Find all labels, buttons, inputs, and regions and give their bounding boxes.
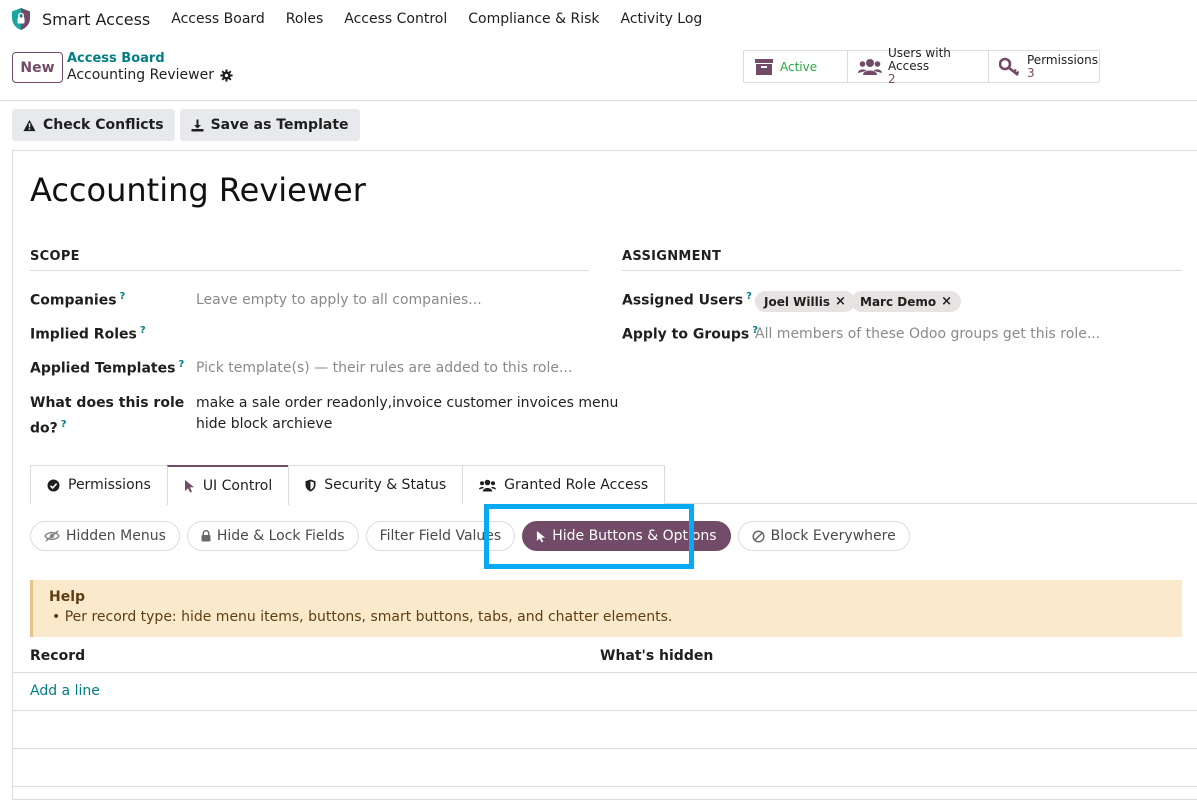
save-as-template-button[interactable]: Save as Template	[179, 109, 360, 141]
tab-permissions[interactable]: Permissions	[30, 465, 168, 504]
nav-access-board[interactable]: Access Board	[171, 11, 265, 27]
breadcrumb[interactable]: Access Board	[67, 51, 165, 66]
pill-block-everywhere[interactable]: Block Everywhere	[737, 521, 910, 551]
pill-hidden-menus[interactable]: Hidden Menus	[30, 521, 180, 551]
tab-granted-role-access[interactable]: Granted Role Access	[462, 465, 666, 504]
table-row	[13, 749, 1197, 787]
tab-permissions-label: Permissions	[68, 477, 151, 493]
pill-hide-lock-fields-label: Hide & Lock Fields	[216, 528, 345, 544]
smart-buttons: Active Users with Access 2 Permissions 3	[743, 47, 1100, 86]
implied-roles-label: Implied Roles?	[30, 325, 146, 343]
user-tag[interactable]: Marc Demo ×	[851, 291, 962, 312]
user-tag[interactable]: Joel Willis ×	[755, 291, 855, 312]
help-tooltip-icon[interactable]: ?	[61, 419, 67, 430]
table-header: Record What's hidden	[13, 640, 1197, 673]
help-alert: Help • Per record type: hide menu items,…	[30, 580, 1182, 637]
column-record[interactable]: Record	[30, 648, 85, 664]
record-title: Accounting Reviewer	[67, 67, 233, 83]
companies-label: Companies?	[30, 291, 126, 309]
permissions-smart-button[interactable]: Permissions 3	[989, 51, 1099, 82]
applied-templates-label: Applied Templates?	[30, 359, 185, 377]
save-as-template-label: Save as Template	[210, 117, 349, 133]
permissions-label: Permissions	[1027, 52, 1098, 67]
check-conflicts-button[interactable]: Check Conflicts	[12, 109, 175, 141]
what-does-role-do-field[interactable]: make a sale order readonly,invoice custo…	[196, 393, 618, 435]
assignment-section: ASSIGNMENT	[622, 249, 1182, 271]
help-tooltip-icon[interactable]: ?	[120, 291, 126, 302]
highlight-box	[484, 504, 694, 569]
action-bar: Check Conflicts Save as Template	[12, 109, 360, 141]
users-with-access-count: 2	[888, 72, 896, 86]
users-icon	[858, 58, 882, 75]
remove-tag-icon[interactable]: ×	[835, 294, 846, 309]
table-row: Add a line	[13, 673, 1197, 711]
help-text: • Per record type: hide menu items, butt…	[52, 609, 673, 625]
ban-icon	[752, 529, 765, 543]
column-whats-hidden[interactable]: What's hidden	[600, 648, 713, 664]
form-title[interactable]: Accounting Reviewer	[30, 171, 366, 209]
users-with-access-smart-button[interactable]: Users with Access 2	[848, 47, 989, 86]
pill-hide-lock-fields[interactable]: Hide & Lock Fields	[186, 521, 359, 551]
companies-input[interactable]: Leave empty to apply to all companies...	[196, 292, 482, 308]
gear-icon[interactable]	[220, 68, 233, 82]
tab-security-status-label: Security & Status	[324, 477, 447, 493]
help-tooltip-icon[interactable]: ?	[746, 291, 752, 302]
users-with-access-text: Users with Access 2	[888, 47, 978, 86]
pill-hidden-menus-label: Hidden Menus	[66, 528, 166, 544]
pill-filter-field-values-label: Filter Field Values	[379, 528, 502, 544]
shield-icon	[305, 479, 316, 491]
new-button[interactable]: New	[12, 52, 63, 83]
remove-tag-icon[interactable]: ×	[941, 294, 952, 309]
table-row	[13, 711, 1197, 749]
control-panel: New Access Board Accounting Reviewer Act…	[0, 38, 1197, 101]
ui-control-subtabs: Hidden Menus Hide & Lock Fields Filter F…	[30, 521, 910, 551]
warning-icon	[23, 119, 36, 131]
tab-ui-control-label: UI Control	[202, 478, 273, 494]
form-sheet: Accounting Reviewer SCOPE ASSIGNMENT Com…	[12, 150, 1197, 800]
tab-security-status[interactable]: Security & Status	[288, 465, 464, 504]
check-circle-icon	[47, 479, 60, 491]
assigned-users-label: Assigned Users?	[622, 291, 752, 309]
what-does-role-do-label: What does this role do??	[30, 395, 185, 437]
active-label: Active	[780, 59, 818, 74]
eye-slash-icon	[44, 530, 60, 542]
download-icon	[191, 119, 204, 131]
apply-to-groups-label: Apply to Groups?	[622, 325, 759, 343]
applied-templates-input[interactable]: Pick template(s) — their rules are added…	[196, 360, 572, 376]
user-tag-label: Joel Willis	[764, 294, 830, 309]
record-title-text: Accounting Reviewer	[67, 67, 214, 83]
tab-ui-control[interactable]: UI Control	[166, 465, 290, 505]
cursor-icon	[184, 480, 194, 493]
nav-roles[interactable]: Roles	[286, 11, 323, 27]
top-navbar: Smart Access Access Board Roles Access C…	[0, 0, 1197, 38]
app-name[interactable]: Smart Access	[42, 10, 150, 29]
key-icon	[999, 57, 1020, 76]
notebook-tabs: Permissions UI Control Security & Status	[30, 465, 1197, 505]
permissions-count: 3	[1027, 65, 1035, 80]
app-logo-icon[interactable]	[10, 7, 32, 31]
users-with-access-label: Users with Access	[888, 46, 951, 73]
pill-block-everywhere-label: Block Everywhere	[770, 528, 896, 544]
users-icon	[479, 479, 497, 491]
tab-granted-role-access-label: Granted Role Access	[504, 477, 649, 493]
assignment-heading: ASSIGNMENT	[622, 249, 1182, 271]
scope-section: SCOPE	[30, 249, 589, 271]
archive-icon	[755, 58, 773, 75]
implied-roles-input[interactable]	[196, 326, 576, 346]
active-smart-button[interactable]: Active	[744, 51, 848, 82]
nav-access-control[interactable]: Access Control	[344, 11, 447, 27]
help-tooltip-icon[interactable]: ?	[178, 359, 184, 370]
user-tag-label: Marc Demo	[860, 294, 937, 309]
nav-compliance-risk[interactable]: Compliance & Risk	[468, 11, 599, 27]
nav-activity-log[interactable]: Activity Log	[621, 11, 703, 27]
scope-heading: SCOPE	[30, 249, 589, 271]
check-conflicts-label: Check Conflicts	[43, 117, 164, 133]
help-title: Help	[49, 589, 86, 605]
help-tooltip-icon[interactable]: ?	[140, 325, 146, 336]
add-line-link[interactable]: Add a line	[30, 683, 100, 699]
lock-icon	[201, 530, 211, 542]
permissions-text: Permissions 3	[1027, 52, 1098, 80]
apply-to-groups-input[interactable]: All members of these Odoo groups get thi…	[755, 326, 1100, 342]
